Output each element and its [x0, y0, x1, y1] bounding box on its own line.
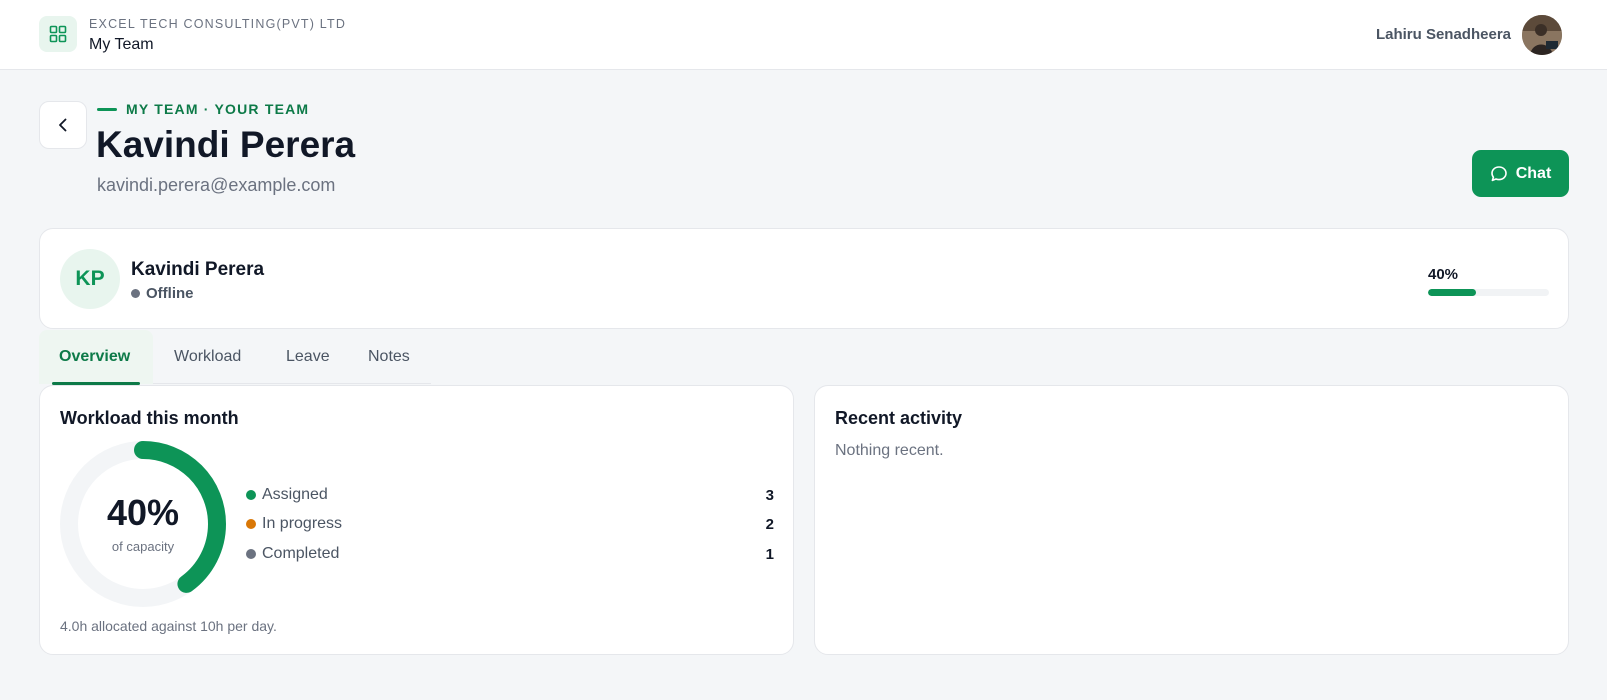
- member-email: kavindi.perera@example.com: [97, 175, 336, 195]
- back-button[interactable]: [39, 101, 87, 149]
- tab-overview[interactable]: Overview: [39, 330, 153, 385]
- tab-notes[interactable]: Notes: [368, 330, 410, 384]
- org-name: EXCEL TECH CONSULTING(PVT) LTD: [89, 17, 347, 31]
- recent-activity-title: Recent activity: [835, 408, 963, 428]
- status-text: Offline: [146, 285, 194, 302]
- eyebrow-line: [97, 107, 117, 111]
- workload-title: Workload this month: [60, 408, 239, 428]
- recent-activity-empty: Nothing recent.: [835, 442, 944, 459]
- legend-label: Completed: [262, 545, 340, 562]
- status-badge: Offline: [131, 285, 194, 302]
- chat-button-label: Chat: [1515, 164, 1552, 182]
- tab-leave[interactable]: Leave: [286, 330, 330, 384]
- tab-bar: Overview Workload Leave Notes: [39, 330, 431, 385]
- recent-activity-card: Recent activity Nothing recent.: [814, 385, 1569, 655]
- user-avatar[interactable]: [1522, 15, 1562, 55]
- eyebrow: MY TEAM · YOUR TEAM: [97, 101, 309, 117]
- profile-card: KP Kavindi Perera Offline 40%: [39, 228, 1569, 329]
- legend-row-completed: Completed 1: [246, 542, 774, 566]
- donut-center: 40% of capacity: [60, 441, 226, 607]
- user-name[interactable]: Lahiru Senadheera: [1376, 26, 1511, 43]
- capacity-bar-fill: [1428, 289, 1477, 296]
- eyebrow-text: MY TEAM · YOUR TEAM: [126, 101, 310, 117]
- top-bar: EXCEL TECH CONSULTING(PVT) LTD My Team L…: [0, 0, 1607, 70]
- status-dot: [131, 289, 140, 298]
- legend-count: 3: [765, 486, 774, 504]
- app-title: My Team: [89, 36, 154, 53]
- grid-icon[interactable]: [39, 16, 77, 52]
- capacity-bar: [1428, 289, 1549, 296]
- chat-button[interactable]: Chat: [1472, 150, 1569, 197]
- profile-name: Kavindi Perera: [131, 259, 265, 280]
- legend-count: 1: [765, 545, 774, 563]
- page-title: Kavindi Perera: [96, 124, 356, 165]
- capacity-value: 40%: [1428, 266, 1459, 283]
- tab-workload[interactable]: Workload: [174, 330, 241, 384]
- chevron-left-icon: [59, 118, 67, 132]
- chat-bubble-icon: [1490, 165, 1507, 181]
- legend-count: 2: [765, 515, 774, 533]
- legend-row-in-progress: In progress 2: [246, 512, 774, 536]
- legend-dot: [246, 490, 256, 500]
- workload-card: Workload this month 40% of capacity Assi…: [39, 385, 794, 655]
- workload-footnote: 4.0h allocated against 10h per day.: [60, 618, 277, 634]
- legend-dot: [246, 549, 256, 559]
- initials-avatar: KP: [60, 249, 120, 309]
- donut-percent: 40%: [106, 491, 180, 533]
- legend-label: In progress: [262, 515, 343, 532]
- legend-dot: [246, 519, 256, 529]
- donut-sub-label: of capacity: [111, 538, 175, 554]
- legend-label: Assigned: [262, 486, 328, 503]
- legend-row-assigned: Assigned 3: [246, 483, 774, 507]
